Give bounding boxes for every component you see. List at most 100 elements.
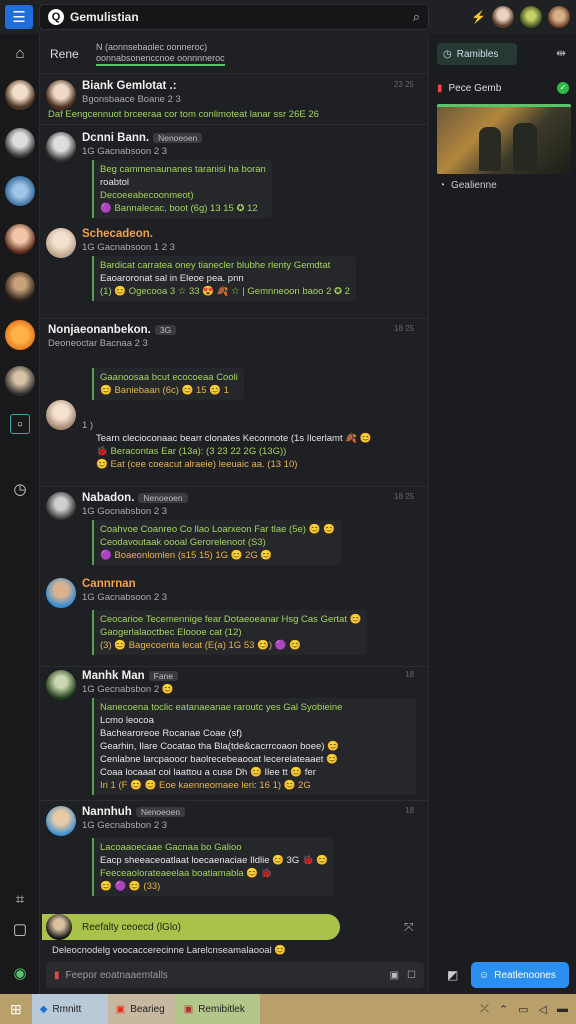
- collapse-icon[interactable]: ⇹: [556, 46, 566, 60]
- avatar[interactable]: [46, 578, 76, 608]
- message-status: Bgonsbaace Boane 2 3: [82, 94, 181, 105]
- expand-icon[interactable]: ⤧: [404, 920, 414, 935]
- avatar[interactable]: [46, 670, 76, 700]
- network-icon[interactable]: ▭: [518, 1003, 528, 1016]
- message-reactions[interactable]: 🟣 Bannalecac, boot (6g) 13 15 ✪ 12: [100, 202, 266, 215]
- avatar[interactable]: [520, 6, 542, 28]
- reply-bar[interactable]: Reefalty ceoecd (lGlo): [42, 914, 340, 940]
- message-line: Eacp sheeaceoatlaat loecaenaciae Ildlie …: [100, 855, 329, 866]
- message-bubble: Bardicat carratea oney tianecler blubhe …: [92, 256, 356, 301]
- message-time: 18 25: [393, 324, 414, 333]
- avatar[interactable]: [46, 228, 76, 258]
- message-time: 23 25: [393, 80, 414, 89]
- chat-message: Manhk Man Fane 1G Gecnabsbon 2 😊 18 Nanec…: [46, 670, 422, 795]
- chat-message: Cannrnan 1G Gacnabsoon 2 3 Ceocarioe Tec…: [46, 578, 422, 664]
- message-line: Beg cammenaunanes taranisi ha boran: [100, 164, 266, 175]
- message-author[interactable]: Schecadeon.: [82, 228, 153, 240]
- breadcrumb-line-2[interactable]: oonnabsonenccnoe oonnnneroc: [96, 53, 225, 66]
- author-name[interactable]: Nonjaeonanbekon.: [48, 324, 151, 336]
- code-icon[interactable]: ⌗: [10, 890, 30, 910]
- left-rail: ⌂ ▫ ◷ ⌗ ▢ ◉: [0, 34, 40, 994]
- rail-avatar[interactable]: [5, 320, 35, 350]
- avatar[interactable]: [46, 400, 76, 430]
- clock-icon: ◷: [443, 48, 452, 60]
- avatar[interactable]: [46, 132, 76, 162]
- rail-avatar[interactable]: [5, 224, 35, 254]
- message-author[interactable]: Biank Gemlotat .:: [82, 80, 177, 92]
- message-input[interactable]: ▮ Feepor eoatnaaemtalls ▣ ☐: [46, 962, 424, 988]
- card-title: Pece Gemb: [448, 82, 502, 94]
- share-icon[interactable]: ◩: [447, 968, 458, 982]
- message-author[interactable]: Nabadon. Nenoeoen: [82, 492, 188, 504]
- start-icon[interactable]: ⊞: [0, 994, 32, 1024]
- avatar[interactable]: [492, 6, 514, 28]
- author-name[interactable]: Nabadon.: [82, 492, 134, 504]
- app-icon: ▣: [183, 1003, 194, 1015]
- message-reactions[interactable]: 🟣 Boaeonlomlen (s15 15) 1G 😊 2G 😊: [100, 549, 335, 562]
- message-author[interactable]: Cannrnan: [82, 578, 136, 590]
- chat-icon[interactable]: ▫: [10, 414, 30, 434]
- battery-icon[interactable]: ▬: [557, 1003, 568, 1016]
- channel-header: Rene N (aonnsebaolec oonneroc) oonnabson…: [40, 34, 428, 74]
- search-input[interactable]: Q Gemulistian ⌕: [39, 4, 429, 30]
- message-line: Bardicat carratea oney tianecler blubhe …: [100, 260, 331, 271]
- message-reactions[interactable]: (1) 😊 Ogecooa 3 ☆ 33 😍 🍂 ☆ | Gemnneoon b…: [100, 285, 350, 298]
- avatar[interactable]: [548, 6, 570, 28]
- chevron-up-icon[interactable]: ⌃: [499, 1003, 508, 1016]
- message-reactions[interactable]: 😊 Baniebaan (6c) 😊 15 😊 1: [100, 384, 238, 397]
- chat-message: Nonjaeonanbekon. 3G Deoneoctar Bacnaa 2 3…: [46, 324, 422, 400]
- avatar[interactable]: [46, 492, 76, 522]
- author-name[interactable]: Manhk Man: [82, 670, 145, 682]
- bolt-icon[interactable]: ⚡: [471, 10, 486, 24]
- ramibles-button[interactable]: ◷ Ramibles: [437, 43, 517, 65]
- card-image[interactable]: [437, 104, 571, 174]
- rail-avatar[interactable]: [5, 176, 35, 206]
- volume-icon[interactable]: ◁: [539, 1003, 547, 1016]
- rail-avatar[interactable]: [5, 128, 35, 158]
- message-reactions[interactable]: 😊 Eat (cee coeacut alraeie) leeuaic aa. …: [96, 458, 372, 471]
- menu-icon[interactable]: ☰: [5, 5, 33, 29]
- taskbar-item[interactable]: ▣ Bearieg: [107, 994, 176, 1024]
- gif-icon[interactable]: ▣: [390, 970, 399, 981]
- message-author[interactable]: Dcnni Bann. Nenoeoen: [82, 132, 203, 144]
- avatar[interactable]: [46, 806, 76, 836]
- message-reactions[interactable]: 😊 🟣 😊 (33): [100, 880, 328, 893]
- message-reactions[interactable]: (3) 😊 Bagecoenta lecat (E(a) 1G 53 😊) 🟣 …: [100, 639, 361, 652]
- notice-line: Deleocnodelg voocaccerecinne Larelcnseam…: [52, 945, 287, 956]
- author-name[interactable]: Dcnni Bann.: [82, 132, 149, 144]
- message-line: Gaogerlalaoctbec Eloooe cat (12): [100, 627, 242, 638]
- message-line: Coaa locaaat coi laattou a cuse Dh 😊 Ile…: [100, 767, 316, 778]
- rail-avatar[interactable]: [5, 272, 35, 302]
- box-icon[interactable]: ▢: [10, 920, 30, 940]
- taskbar-item[interactable]: ▣ Remibitlek: [175, 994, 260, 1024]
- message-status: 1G Gecnabsbon 2 😊: [82, 684, 174, 695]
- message-line: Gearhin, Ilare Cocatao tha Bla(tde&cacrr…: [100, 741, 339, 752]
- message-status: 1G Gacnabsoon 2 3: [82, 146, 168, 157]
- chat-message: 1 ) Tearn clecioconaac bearr clonates Ke…: [46, 400, 422, 482]
- app-icon: ▣: [115, 1003, 126, 1015]
- message-reactions[interactable]: Iri 1 (F 😊 😊 Eoe kaenneomaee leri: 16 1)…: [100, 779, 410, 792]
- message-author[interactable]: Nannhuh Nenoeoen: [82, 806, 186, 818]
- channel-label[interactable]: Rene: [50, 47, 96, 61]
- taskbar: ⊞ ◆ Rmnitt ▣ Bearieg ▣ Remibitlek ⤫ ⌃ ▭ …: [0, 994, 576, 1024]
- clock-icon[interactable]: ◷: [10, 480, 30, 500]
- rail-avatar[interactable]: [5, 80, 35, 110]
- bottom-action-button[interactable]: ☺ Reatlenoones: [471, 962, 569, 988]
- check-icon[interactable]: ✓: [557, 82, 569, 94]
- pin-icon[interactable]: ⤫: [480, 1003, 489, 1016]
- role-badge: 3G: [154, 325, 177, 335]
- author-name[interactable]: Nannhuh: [82, 806, 132, 818]
- message-line: Nanecoena toclic eatanaeanae raroutc yes…: [100, 702, 343, 713]
- message-author[interactable]: Nonjaeonanbekon. 3G: [48, 324, 177, 336]
- taskbar-item[interactable]: ◆ Rmnitt: [31, 994, 108, 1024]
- emoji-icon[interactable]: ☐: [407, 970, 416, 981]
- message-author[interactable]: Manhk Man Fane: [82, 670, 178, 682]
- divider: [40, 666, 428, 667]
- status-icon[interactable]: ◉: [10, 964, 30, 984]
- search-icon[interactable]: ⌕: [413, 9, 420, 25]
- message-bubble: Nanecoena toclic eatanaeanae raroutc yes…: [92, 698, 416, 795]
- avatar[interactable]: [46, 80, 76, 110]
- attach-icon[interactable]: ▮: [54, 970, 60, 981]
- rail-avatar[interactable]: [5, 366, 35, 396]
- home-icon[interactable]: ⌂: [10, 44, 30, 64]
